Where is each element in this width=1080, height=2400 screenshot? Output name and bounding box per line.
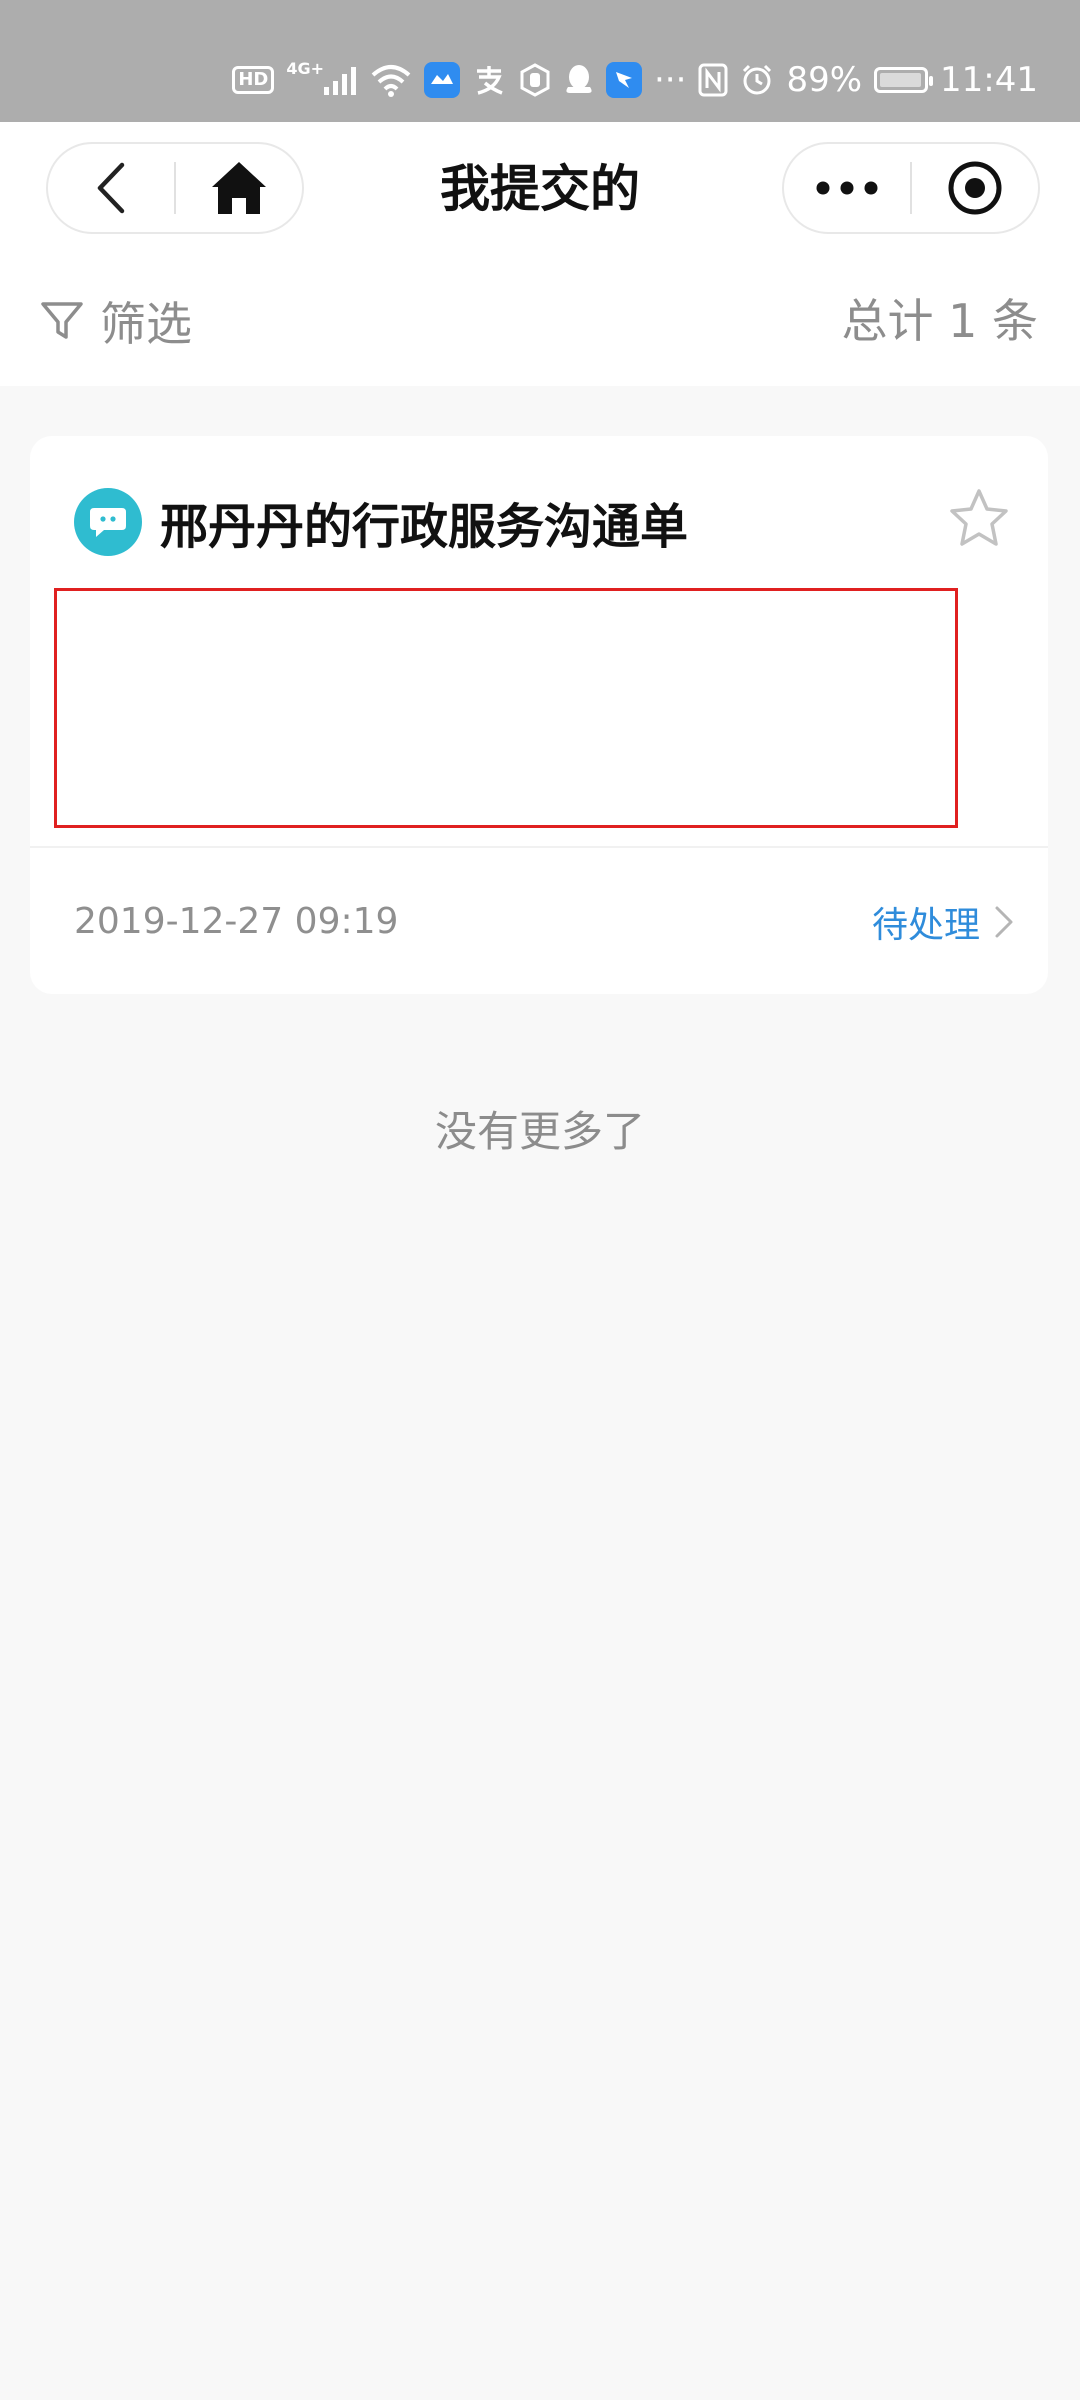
back-arrow-icon — [97, 162, 125, 214]
target-circle-icon — [948, 161, 1002, 215]
chevron-right-icon — [995, 906, 1013, 938]
back-button[interactable] — [48, 144, 174, 232]
alarm-icon — [740, 63, 774, 97]
clock: 11:41 — [940, 60, 1038, 100]
submission-card[interactable]: 邢丹丹的行政服务沟通单 2019-12-27 09:19 待处理 — [30, 436, 1048, 994]
filter-label: 筛选 — [100, 297, 192, 351]
star-icon — [950, 489, 1008, 546]
app-notification-icon — [424, 62, 460, 98]
card-divider — [30, 846, 1048, 848]
submission-time: 2019-12-27 09:19 — [74, 901, 399, 942]
card-header: 邢丹丹的行政服务沟通单 — [74, 486, 688, 558]
home-button[interactable] — [176, 144, 302, 232]
funnel-icon — [41, 302, 83, 339]
wifi-icon — [370, 63, 412, 97]
close-miniapp-button[interactable] — [912, 144, 1038, 232]
nfc-icon — [698, 63, 728, 97]
home-icon — [212, 162, 266, 214]
filter-bar: 筛选 总计 1 条 — [0, 256, 1080, 386]
more-notifications-dots: ··· — [654, 60, 687, 100]
hand-icon — [518, 63, 552, 97]
battery-icon — [874, 67, 934, 93]
alipay-icon — [472, 63, 506, 97]
signal-icon: 4G+ — [286, 59, 358, 95]
nav-bar: 我提交的 — [0, 122, 1080, 257]
total-count: 总计 1 条 — [841, 294, 1038, 348]
nav-capsule-right — [782, 142, 1040, 234]
no-more-text: 没有更多了 — [434, 1107, 645, 1156]
qq-icon — [564, 63, 594, 97]
card-title: 邢丹丹的行政服务沟通单 — [160, 499, 689, 555]
hd-badge: HD — [232, 66, 275, 94]
more-menu-button[interactable] — [784, 144, 910, 232]
network-type: 4G+ — [286, 58, 324, 78]
battery-percent: 89% — [786, 60, 863, 100]
more-dots-icon — [816, 181, 878, 195]
status-bar: HD 4G+ ··· 89% 11:41 — [0, 0, 1080, 122]
status-link[interactable]: 待处理 — [872, 896, 1014, 948]
status-label: 待处理 — [871, 905, 980, 946]
favorite-star-button[interactable] — [948, 488, 1010, 552]
redacted-content-box — [54, 588, 958, 828]
dingtalk-icon — [606, 62, 642, 98]
filter-button[interactable]: 筛选 — [40, 256, 192, 386]
nav-capsule-left — [46, 142, 304, 234]
chat-bubble-icon — [74, 488, 142, 556]
status-icons: HD 4G+ ··· 89% 11:41 — [232, 52, 1038, 108]
